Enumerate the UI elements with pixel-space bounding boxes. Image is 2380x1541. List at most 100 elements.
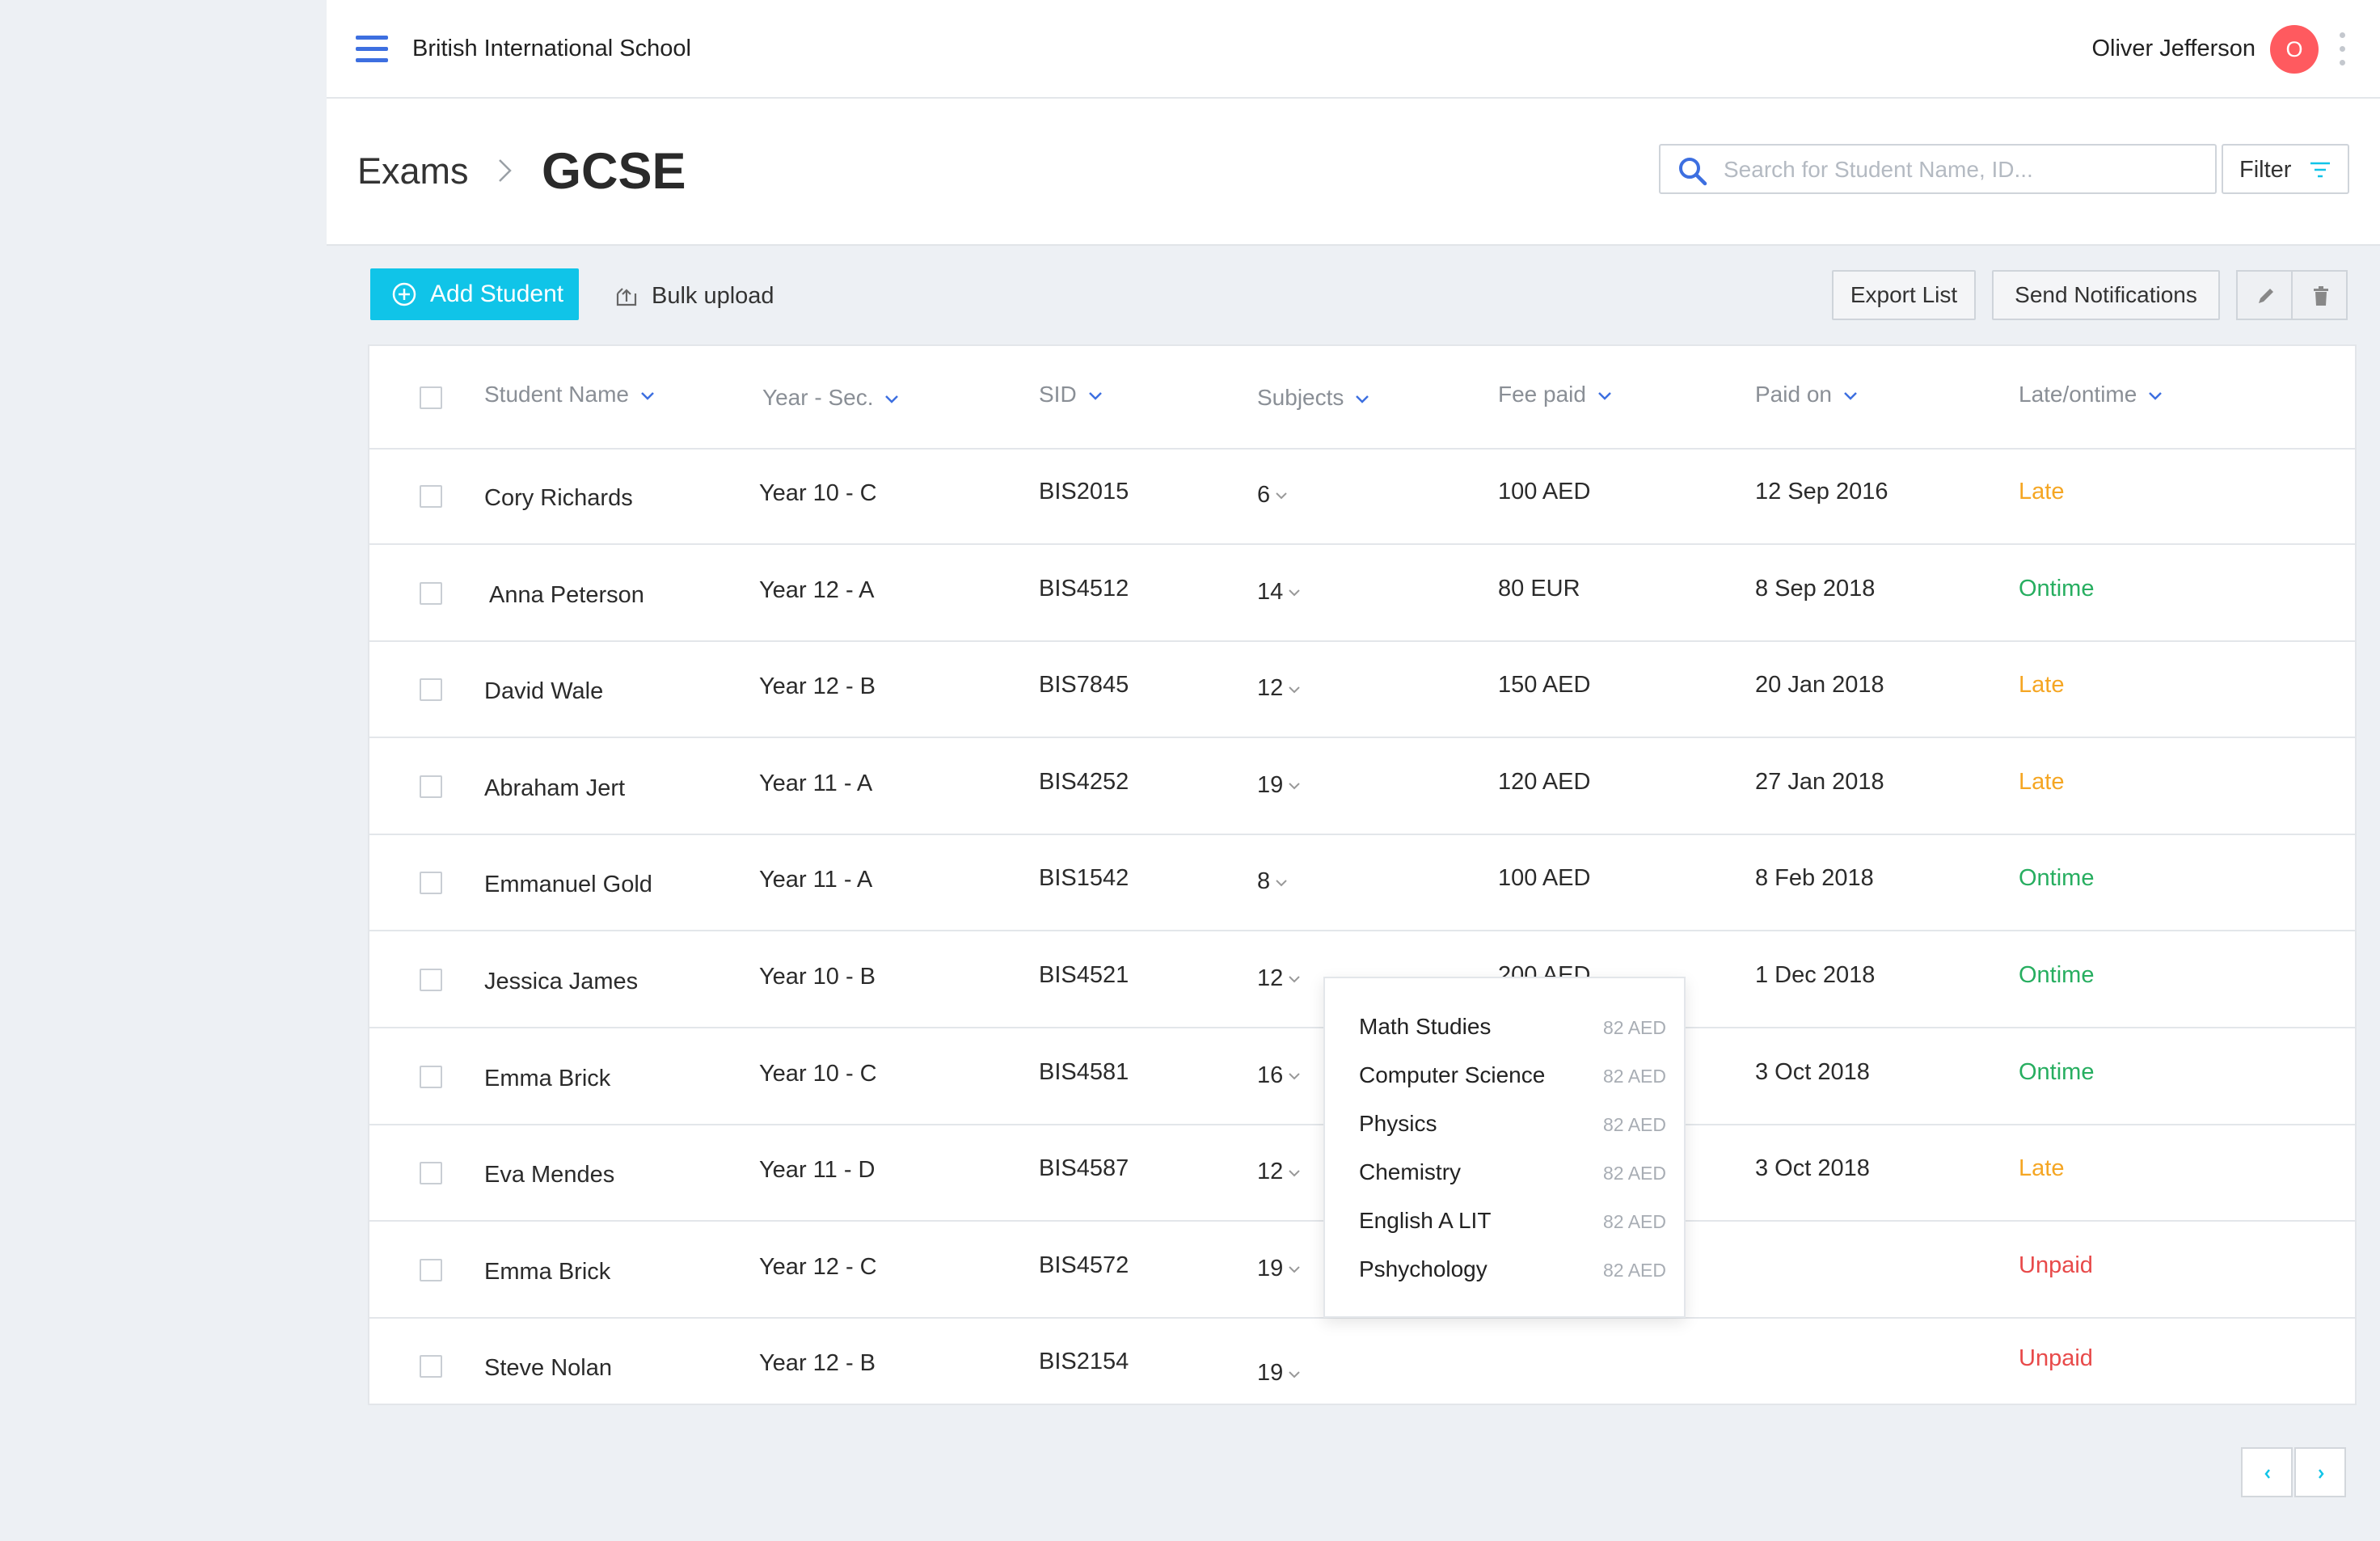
row-checkbox[interactable] [420,1355,442,1378]
upload-icon [616,288,637,306]
sort-down-icon [885,395,899,403]
student-name[interactable]: Emmanuel Gold [484,872,652,898]
more-vertical-icon[interactable] [2338,32,2346,68]
student-name[interactable]: Jessica James [484,969,638,995]
subjects-dropdown[interactable]: 12 [1257,1159,1301,1185]
user-name[interactable]: Oliver Jefferson [2091,36,2256,62]
breadcrumb-separator-icon [496,157,514,192]
subject-name: Computer Science [1359,1062,1546,1087]
export-list-button[interactable]: Export List [1832,270,1976,320]
edit-button[interactable] [2236,270,2293,320]
subjects-dropdown[interactable]: 19 [1257,772,1301,799]
subjects-dropdown[interactable]: 8 [1257,868,1288,895]
status-badge: Late [2019,768,2065,795]
student-id: BIS2015 [1039,479,1129,505]
subjects-dropdown[interactable]: 12 [1257,675,1301,702]
bulk-upload-button[interactable]: Bulk upload [614,275,792,315]
search-icon [1679,158,1707,186]
subject-item[interactable]: Pshychology 82 AED [1359,1252,1666,1287]
prev-page-button[interactable] [2241,1447,2293,1497]
header-subjects[interactable]: Subjects [1257,385,1369,411]
filter-button[interactable]: Filter [2222,144,2349,194]
row-checkbox[interactable] [420,1065,442,1088]
subject-item[interactable]: English A LIT 82 AED [1359,1203,1666,1239]
add-student-label: Add Student [430,281,564,307]
row-checkbox[interactable] [420,775,442,798]
search-field[interactable] [1659,144,2217,194]
student-id: BIS4512 [1039,575,1129,602]
header-fee-paid[interactable]: Fee paid [1498,382,1612,407]
row-checkbox[interactable] [420,678,442,702]
status-badge: Unpaid [2019,1252,2093,1278]
subject-price: 82 AED [1603,1260,1666,1281]
header-student-name[interactable]: Student Name [484,382,655,407]
subject-item[interactable]: Computer Science 82 AED [1359,1058,1666,1093]
row-checkbox[interactable] [420,872,442,895]
menu-icon[interactable] [356,36,388,63]
table-row[interactable]: Steve Nolan Year 12 - B BIS2154 19 Unpai… [369,1319,2355,1415]
subjects-dropdown[interactable]: 16 [1257,1062,1301,1089]
status-badge: Late [2019,1155,2065,1182]
subjects-dropdown[interactable]: 12 [1257,965,1301,992]
select-all-checkbox[interactable] [420,386,442,409]
filter-icon [2310,162,2330,178]
subject-name: English A LIT [1359,1208,1492,1233]
year-section: Year 10 - B [759,964,876,990]
paid-on: 3 Oct 2018 [1755,1058,1870,1085]
subjects-dropdown[interactable]: 19 [1257,1360,1301,1387]
subjects-dropdown[interactable]: 14 [1257,579,1301,606]
sort-down-icon [1088,391,1102,400]
row-checkbox[interactable] [420,485,442,508]
student-name[interactable]: Steve Nolan [484,1355,612,1382]
header-late-ontime[interactable]: Late/ontime [2019,382,2163,407]
student-name[interactable]: Anna Peterson [489,582,644,609]
header-year-sec[interactable]: Year - Sec. [762,385,899,411]
chevron-left-icon [2264,1469,2270,1479]
table-row[interactable]: Abraham Jert Year 11 - A BIS4252 19 120 … [369,740,2355,835]
subject-item[interactable]: Chemistry 82 AED [1359,1155,1666,1190]
student-name[interactable]: David Wale [484,678,603,705]
avatar[interactable]: O [2270,25,2319,74]
student-name[interactable]: Eva Mendes [484,1162,614,1188]
next-page-button[interactable] [2294,1447,2346,1497]
subject-price: 82 AED [1603,1163,1666,1184]
paid-on: 12 Sep 2016 [1755,479,1888,505]
table-row[interactable]: Anna Peterson Year 12 - A BIS4512 14 80 … [369,547,2355,642]
chevron-down-icon [1289,976,1300,983]
top-header: British International School Oliver Jeff… [327,0,2380,99]
student-name[interactable]: Cory Richards [484,485,633,512]
header-paid-on[interactable]: Paid on [1755,382,1858,407]
year-section: Year 11 - A [759,770,873,796]
fee-paid: 150 AED [1498,672,1591,699]
subject-name: Chemistry [1359,1159,1462,1184]
subject-item[interactable]: Physics 82 AED [1359,1106,1666,1142]
breadcrumb-exams[interactable]: Exams [357,150,469,192]
subjects-dropdown[interactable]: 6 [1257,482,1288,509]
fee-paid: 100 AED [1498,479,1591,505]
student-id: BIS2154 [1039,1349,1129,1375]
delete-button[interactable] [2291,270,2348,320]
row-checkbox[interactable] [420,1162,442,1185]
sort-down-icon [641,391,654,400]
filter-label: Filter [2239,157,2292,183]
row-checkbox[interactable] [420,1258,442,1281]
sort-down-icon [2149,391,2163,400]
send-notifications-button[interactable]: Send Notifications [1992,270,2220,320]
table-row[interactable]: David Wale Year 12 - B BIS7845 12 150 AE… [369,643,2355,739]
row-checkbox[interactable] [420,969,442,991]
subjects-dropdown[interactable]: 19 [1257,1256,1301,1282]
subject-item[interactable]: Math Studies 82 AED [1359,1009,1666,1045]
table-row[interactable]: Cory Richards Year 10 - C BIS2015 6 100 … [369,450,2355,545]
student-name[interactable]: Emma Brick [484,1066,610,1092]
header-sid[interactable]: SID [1039,382,1103,407]
student-name[interactable]: Abraham Jert [484,775,625,802]
paid-on: 20 Jan 2018 [1755,672,1884,699]
table-row[interactable]: Emmanuel Gold Year 11 - A BIS1542 8 100 … [369,836,2355,932]
page-title: GCSE [542,143,686,200]
sidebar-area [0,0,327,1541]
student-name[interactable]: Emma Brick [484,1259,610,1286]
add-student-button[interactable]: Add Student [370,268,579,320]
search-input[interactable] [1724,152,2201,188]
chevron-down-icon [1289,1169,1300,1176]
row-checkbox[interactable] [420,581,442,605]
